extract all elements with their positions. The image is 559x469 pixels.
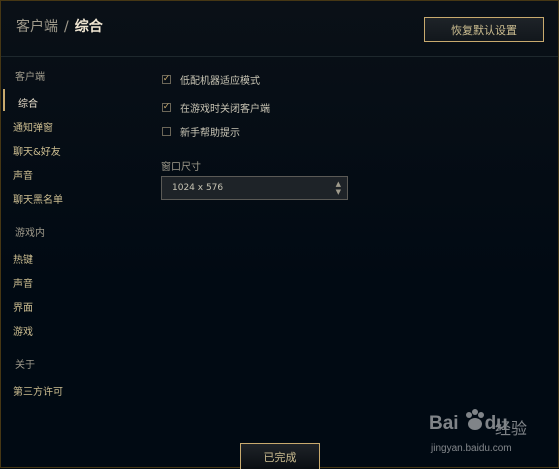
option-label: 低配机器适应模式: [180, 75, 260, 87]
baidu-watermark: Bai du 经验 jingyan.baidu.com: [429, 409, 554, 464]
sidebar-item-hotkeys[interactable]: 热键: [13, 251, 33, 266]
sidebar-item-ingame-sound[interactable]: 声音: [13, 275, 33, 290]
low-spec-checkbox[interactable]: ✓: [162, 73, 171, 84]
sidebar-item-sound[interactable]: 声音: [13, 167, 33, 182]
checkmark-icon: ✓: [162, 73, 171, 84]
breadcrumb-parent: 客户端: [16, 19, 58, 35]
category-about: 关于: [15, 360, 35, 371]
window-size-value: 1024 x 576: [172, 183, 224, 193]
sidebar-item-third-party-licenses[interactable]: 第三方许可: [13, 383, 63, 398]
option-newbie-tips[interactable]: 新手帮助提示: [162, 124, 240, 139]
window-size-select[interactable]: 1024 x 576 ▲ ▼: [161, 176, 348, 200]
option-label: 在游戏时关闭客户端: [180, 103, 270, 115]
breadcrumb-separator: /: [64, 19, 69, 35]
updown-arrows-icon: ▲ ▼: [335, 180, 341, 196]
header: 客户端 / 综合 恢复默认设置: [1, 1, 558, 57]
watermark-url: jingyan.baidu.com: [431, 443, 512, 454]
settings-window: 客户端 / 综合 恢复默认设置 客户端 综合 通知弹窗 聊天&好友 声音 聊天黑名单…: [0, 0, 559, 469]
option-close-client-ingame[interactable]: ✓ 在游戏时关闭客户端: [162, 100, 270, 115]
breadcrumb: 客户端 / 综合: [16, 16, 103, 36]
breadcrumb-current: 综合: [74, 19, 103, 35]
newbie-tips-checkbox[interactable]: [162, 126, 171, 136]
sidebar-item-interface[interactable]: 界面: [13, 299, 33, 314]
checkmark-icon: ✓: [162, 101, 171, 112]
sidebar-item-general[interactable]: 综合: [18, 95, 38, 110]
done-button[interactable]: 已完成: [240, 443, 320, 469]
watermark-brand: 经验: [495, 419, 528, 438]
window-size-label: 窗口尺寸: [161, 162, 201, 173]
restore-defaults-button[interactable]: 恢复默认设置: [424, 17, 544, 42]
category-client: 客户端: [15, 72, 45, 83]
paw-icon: [466, 409, 484, 430]
close-client-checkbox[interactable]: ✓: [162, 101, 171, 112]
category-ingame: 游戏内: [15, 228, 45, 239]
sidebar-item-chat-friends[interactable]: 聊天&好友: [13, 143, 61, 158]
sidebar-item-notifications[interactable]: 通知弹窗: [13, 119, 53, 134]
active-indicator: [3, 89, 5, 111]
option-label: 新手帮助提示: [180, 127, 240, 139]
sidebar-item-chat-blacklist[interactable]: 聊天黑名单: [13, 191, 63, 206]
sidebar-item-game[interactable]: 游戏: [13, 323, 33, 338]
option-low-spec-mode[interactable]: ✓ 低配机器适应模式: [162, 72, 260, 87]
